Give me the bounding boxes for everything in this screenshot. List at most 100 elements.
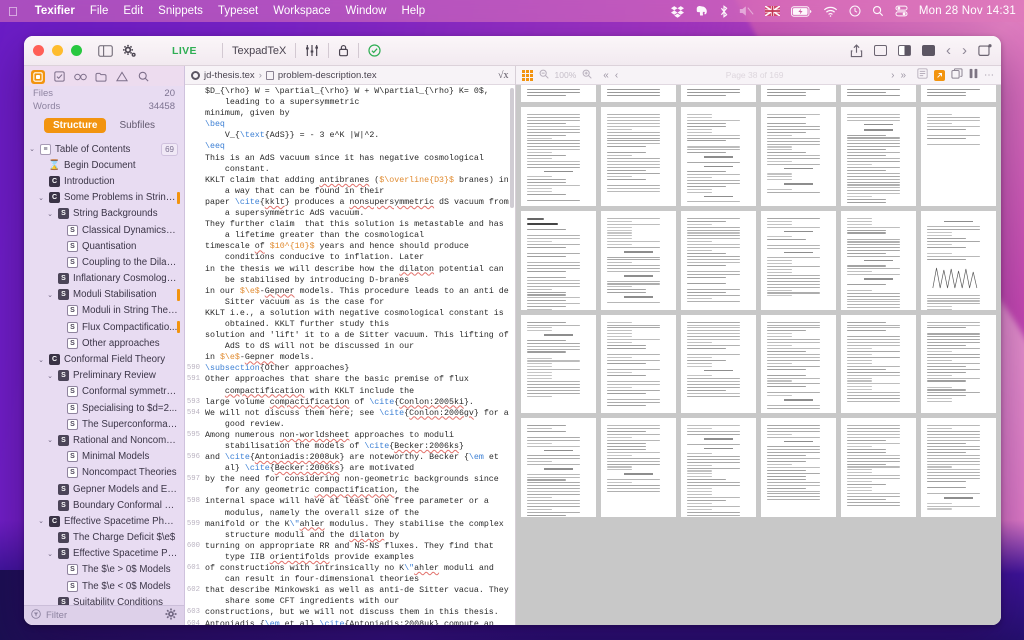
menu-item-snippets[interactable]: Snippets [158, 5, 203, 17]
chevron-down-icon[interactable]: ⌄ [46, 291, 54, 299]
tree-item[interactable]: ⌄CIntroduction [24, 173, 184, 189]
tree-item[interactable]: ⌄ C Conformal Field Theory [24, 351, 184, 367]
pdf-thumbnail[interactable] [760, 210, 836, 310]
gear-icon[interactable] [122, 44, 137, 58]
chevron-down-icon[interactable]: ⌄ [46, 436, 54, 444]
links-icon[interactable] [73, 70, 87, 84]
filter-input[interactable]: Filter [46, 610, 67, 621]
pdf-thumbnail[interactable] [520, 314, 596, 414]
tree-item[interactable]: ⌄SThe $\e > 0$ Models [24, 562, 184, 578]
tree-item[interactable]: ⌄SSpecialising to $d=2... [24, 400, 184, 416]
math-panel-icon[interactable]: √x [498, 70, 509, 81]
tab-structure[interactable]: Structure [43, 118, 107, 133]
close-button[interactable] [33, 45, 44, 56]
chevron-down-icon[interactable]: ⌄ [28, 145, 36, 153]
chevron-down-icon[interactable]: ⌄ [37, 194, 45, 202]
menu-item-workspace[interactable]: Workspace [273, 5, 330, 17]
menu-item-help[interactable]: Help [401, 5, 425, 17]
pdf-thumbnail[interactable] [920, 210, 996, 310]
pdf-thumbnail-grid[interactable] [515, 85, 1001, 625]
tree-item[interactable]: ⌄SFlux Compactificatio... [24, 319, 184, 335]
tree-item[interactable]: ⌄SInflationary Cosmology ... [24, 271, 184, 287]
editor-scrollbar[interactable] [509, 88, 514, 208]
tree-item[interactable]: ⌄SQuantisation [24, 238, 184, 254]
pdf-thumbnail[interactable] [680, 85, 756, 102]
pdf-thumbnail[interactable] [520, 85, 596, 102]
tree-item[interactable]: ⌄SCoupling to the Dilato... [24, 254, 184, 270]
pdf-thumbnail[interactable] [680, 107, 756, 206]
tree-item[interactable]: ⌄⌛Begin Document [24, 157, 184, 173]
sync-highlight-icon[interactable] [934, 69, 945, 81]
warnings-icon[interactable] [115, 70, 129, 84]
menu-item-edit[interactable]: Edit [123, 5, 143, 17]
dropbox-icon[interactable] [670, 5, 684, 18]
editor-text-area[interactable]: $D_{\rho} W = \partial_{\rho} W + W\part… [185, 85, 515, 625]
pdf-thumbnail[interactable] [600, 85, 676, 102]
pdf-thumbnail[interactable] [520, 210, 596, 310]
pdf-thumbnail[interactable] [600, 210, 676, 310]
tree-item[interactable]: ⌄ S Effective Spacetime Ph... [24, 546, 184, 562]
tree-item[interactable]: ⌄ S Moduli Stabilisation [24, 287, 184, 303]
pdf-thumbnail[interactable] [600, 314, 676, 414]
apple-logo-icon[interactable]:  [8, 5, 20, 18]
layout-split-icon[interactable] [898, 45, 911, 56]
share-icon[interactable] [850, 43, 863, 58]
gear-icon[interactable] [165, 608, 177, 623]
pdf-thumbnail[interactable] [680, 314, 756, 414]
typeset-engine-label[interactable]: TexpadTeX [232, 45, 286, 57]
nav-forward-button[interactable]: › [962, 42, 967, 59]
pdf-thumbnail[interactable] [920, 85, 996, 102]
prev-page-button[interactable]: ‹ [615, 70, 618, 81]
last-page-button[interactable]: » [900, 70, 906, 81]
pdf-thumbnail[interactable] [600, 418, 676, 518]
zoom-out-icon[interactable] [539, 69, 549, 82]
battery-charging-icon[interactable] [790, 5, 812, 17]
chevron-down-icon[interactable]: ⌄ [46, 550, 54, 558]
layout-preview-only-icon[interactable] [922, 45, 935, 56]
tree-item[interactable]: ⌄ C Effective Spacetime Physi... [24, 513, 184, 529]
thumbnail-grid-icon[interactable] [521, 69, 533, 81]
search-icon[interactable] [136, 70, 150, 84]
pdf-thumbnail[interactable] [840, 107, 916, 206]
wifi-icon[interactable] [823, 6, 838, 17]
breadcrumb-root[interactable]: jd-thesis.tex [204, 70, 255, 81]
tree-item[interactable]: ⌄SThe Superconformal ... [24, 416, 184, 432]
maximize-button[interactable] [71, 45, 82, 56]
todo-icon[interactable] [52, 70, 66, 84]
tree-item[interactable]: ⌄SConformal symmetry ... [24, 384, 184, 400]
pdf-thumbnail[interactable] [520, 418, 596, 518]
sidebar-toggle-icon[interactable] [98, 44, 113, 57]
menubar-clock[interactable]: Mon 28 Nov 14:31 [919, 5, 1016, 17]
pdf-thumbnail[interactable] [920, 418, 996, 518]
control-center-icon[interactable] [895, 5, 908, 17]
tree-item[interactable]: ⌄ S String Backgrounds [24, 206, 184, 222]
tree-item[interactable]: ⌄ S Preliminary Review [24, 368, 184, 384]
split-view-icon[interactable] [969, 68, 978, 82]
check-circle-icon[interactable] [368, 44, 382, 57]
pdf-thumbnail[interactable] [760, 418, 836, 518]
tree-item[interactable]: ⌄SModuli in String Theory [24, 303, 184, 319]
chevron-down-icon[interactable]: ⌄ [37, 517, 45, 525]
bluetooth-icon[interactable] [720, 4, 728, 18]
tree-item[interactable]: ⌄SThe Charge Deficit $\e$ [24, 530, 184, 546]
menu-item-file[interactable]: File [90, 5, 109, 17]
pdf-thumbnail[interactable] [680, 418, 756, 518]
tree-item[interactable]: ⌄ C Some Problems in String... [24, 190, 184, 206]
pdf-thumbnail[interactable] [600, 107, 676, 206]
pdf-thumbnail[interactable] [680, 210, 756, 310]
sliders-icon[interactable] [305, 44, 319, 57]
search-icon[interactable] [872, 5, 884, 17]
tree-item[interactable]: ⌄SThe $\e < 0$ Models [24, 578, 184, 594]
time-machine-icon[interactable] [849, 5, 861, 17]
pdf-thumbnail[interactable] [840, 85, 916, 102]
pdf-thumbnail[interactable] [840, 418, 916, 518]
tree-item[interactable]: ⌄SMinimal Models [24, 449, 184, 465]
duplicate-icon[interactable] [951, 68, 963, 82]
layout-editor-only-icon[interactable] [874, 45, 887, 56]
minimize-button[interactable] [52, 45, 63, 56]
tab-subfiles[interactable]: Subfiles [110, 118, 164, 133]
tree-item[interactable]: ⌄SGepner Models and Exa... [24, 481, 184, 497]
tree-item[interactable]: ⌄SBoundary Conformal Fi... [24, 497, 184, 513]
lock-icon[interactable] [338, 44, 349, 57]
tree-item[interactable]: ⌄SClassical Dynamics o... [24, 222, 184, 238]
